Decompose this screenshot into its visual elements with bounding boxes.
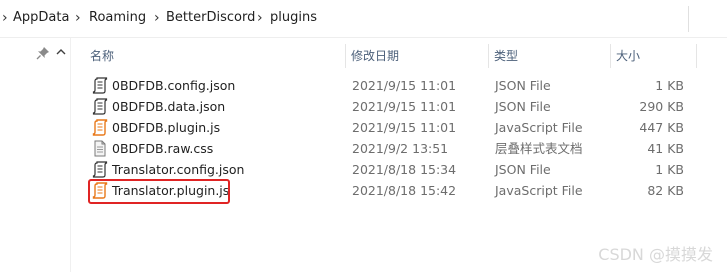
file-name: 0BDFDB.config.json — [112, 78, 236, 93]
file-name: Translator.config.json — [112, 162, 245, 177]
file-date: 2021/8/18 15:34 — [352, 162, 457, 177]
file-row[interactable]: 0BDFDB.plugin.js 2021/9/15 11:01 JavaScr… — [86, 117, 696, 138]
column-header-date[interactable]: 修改日期 — [347, 44, 487, 68]
column-divider[interactable] — [610, 44, 611, 68]
column-header-type[interactable]: 类型 — [490, 44, 610, 68]
breadcrumb-item-appdata[interactable]: AppData — [13, 9, 69, 27]
file-date: 2021/9/2 13:51 — [352, 141, 449, 156]
column-header-date-label: 修改日期 — [351, 49, 400, 63]
file-row[interactable]: 0BDFDB.data.json 2021/9/15 11:01 JSON Fi… — [86, 96, 696, 117]
file-date: 2021/9/15 11:01 — [352, 99, 457, 114]
chevron-right-icon[interactable]: › — [75, 10, 81, 26]
file-type: JSON File — [495, 78, 551, 93]
file-date: 2021/8/18 15:42 — [352, 183, 457, 198]
column-divider[interactable] — [488, 44, 489, 68]
column-divider[interactable] — [345, 44, 346, 68]
file-size: 1 KB — [655, 78, 684, 93]
column-header-size[interactable]: 大小 — [612, 44, 696, 68]
scroll-up-arrow-icon[interactable] — [55, 46, 67, 58]
breadcrumb-item-plugins[interactable]: plugins — [270, 9, 317, 27]
file-date: 2021/9/15 11:01 — [352, 78, 457, 93]
navigation-pane[interactable] — [0, 38, 71, 272]
javascript-file-icon — [92, 119, 108, 136]
watermark: CSDN @摸摸发 — [598, 245, 713, 264]
file-size: 447 KB — [639, 120, 684, 135]
file-name: 0BDFDB.raw.css — [112, 141, 214, 156]
json-file-icon — [92, 98, 108, 115]
file-size: 82 KB — [647, 183, 684, 198]
breadcrumb-item-betterdiscord[interactable]: BetterDiscord — [166, 9, 255, 27]
highlight-annotation-box — [88, 179, 230, 204]
file-size: 1 KB — [655, 162, 684, 177]
file-date: 2021/9/15 11:01 — [352, 120, 457, 135]
column-header-name[interactable]: 名称 — [86, 44, 344, 68]
file-type: JSON File — [495, 99, 551, 114]
chevron-right-icon[interactable]: › — [257, 10, 263, 26]
file-name: 0BDFDB.data.json — [112, 99, 226, 114]
file-type: JavaScript File — [495, 120, 583, 135]
file-name: 0BDFDB.plugin.js — [112, 120, 221, 135]
file-type: 层叠样式表文档 — [495, 141, 583, 156]
navigation-scrollbar[interactable] — [57, 66, 65, 272]
chevron-right-icon[interactable]: › — [154, 10, 160, 26]
file-row[interactable]: 0BDFDB.raw.css 2021/9/2 13:51 层叠样式表文档 41… — [86, 138, 696, 159]
pin-icon[interactable] — [36, 46, 50, 60]
file-row[interactable]: 0BDFDB.config.json 2021/9/15 11:01 JSON … — [86, 75, 696, 96]
address-bar-divider — [688, 6, 689, 32]
column-divider[interactable] — [696, 44, 697, 68]
file-row[interactable]: Translator.config.json 2021/8/18 15:34 J… — [86, 159, 696, 180]
json-file-icon — [92, 77, 108, 94]
chevron-right-icon[interactable]: › — [2, 10, 8, 26]
address-bar[interactable]: › AppData › Roaming › BetterDiscord › pl… — [0, 0, 727, 38]
file-size: 41 KB — [647, 141, 684, 156]
breadcrumb-item-roaming[interactable]: Roaming — [89, 9, 146, 27]
column-header-name-label: 名称 — [90, 49, 115, 63]
column-header-type-label: 类型 — [494, 49, 519, 63]
column-header-size-label: 大小 — [616, 49, 641, 63]
json-file-icon — [92, 161, 108, 178]
file-type: JSON File — [495, 162, 551, 177]
css-file-icon — [94, 140, 106, 157]
file-size: 290 KB — [639, 99, 684, 114]
file-type: JavaScript File — [495, 183, 583, 198]
